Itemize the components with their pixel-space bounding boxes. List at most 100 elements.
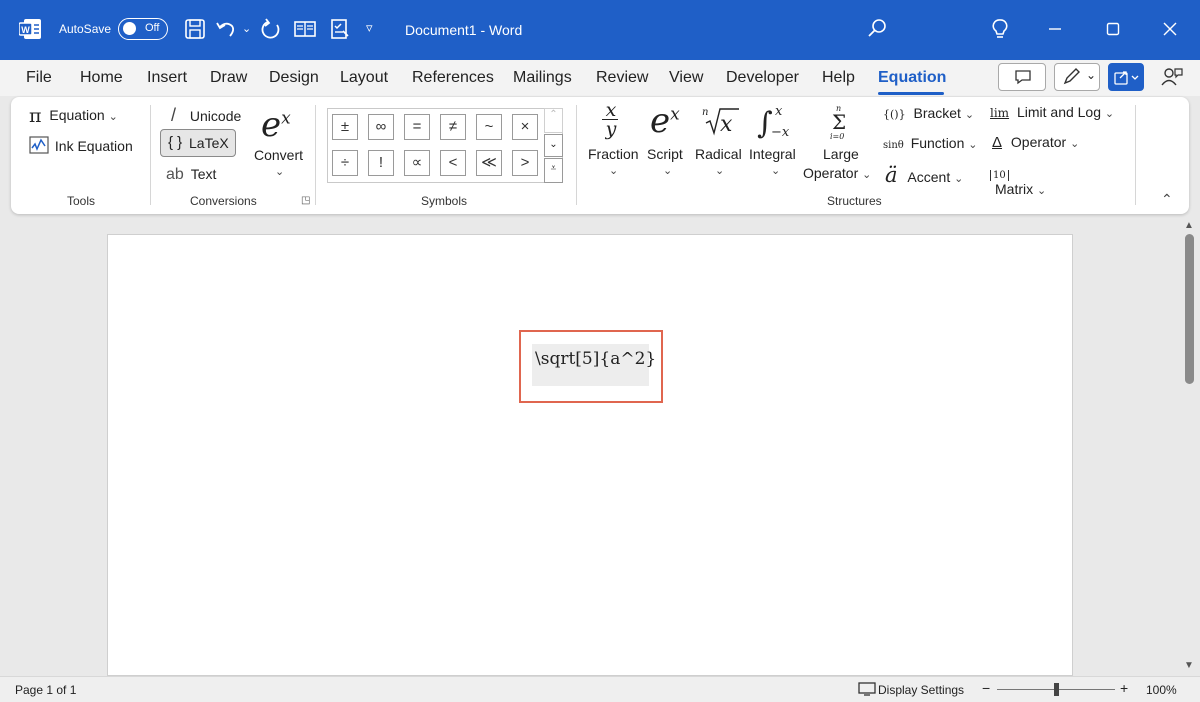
customize-toolbar-icon[interactable]: ▿	[366, 20, 373, 36]
coauthor-icon[interactable]	[1160, 66, 1184, 88]
operator-button[interactable]: Δ Operator ⌄	[992, 134, 1079, 151]
gallery-scroll-up-icon[interactable]: ⌃	[544, 108, 563, 133]
active-tab-indicator	[878, 92, 944, 95]
pen-icon	[1063, 68, 1080, 85]
latex-button[interactable]: { } LaTeX	[160, 129, 236, 157]
chevron-down-icon: ⌄	[771, 165, 781, 177]
symbol-less-than[interactable]: <	[440, 150, 466, 176]
symbol-much-less-than[interactable]: ≪	[476, 150, 502, 176]
close-icon[interactable]	[1155, 14, 1185, 44]
tab-layout[interactable]: Layout	[340, 69, 388, 87]
zoom-in-icon[interactable]: +	[1120, 680, 1128, 696]
maximize-icon[interactable]	[1098, 14, 1128, 44]
symbol-proportional[interactable]: ∝	[404, 150, 430, 176]
matrix-button[interactable]: 10 Matrix ⌄	[990, 165, 1046, 197]
share-icon	[1114, 71, 1139, 85]
ab-icon: ab	[166, 166, 184, 183]
gallery-more-icon[interactable]: ⩡	[544, 158, 563, 183]
equation-button[interactable]: π Equation ⌄	[29, 105, 118, 127]
symbol-greater-than[interactable]: >	[512, 150, 538, 176]
lightbulb-icon[interactable]	[988, 17, 1012, 41]
tab-equation[interactable]: Equation	[878, 69, 946, 87]
accent-label: Accent	[907, 169, 951, 185]
symbol-tilde[interactable]: ~	[476, 114, 502, 140]
limit-label: Limit and Log	[1016, 104, 1102, 120]
save-icon[interactable]	[183, 17, 207, 41]
tab-view[interactable]: View	[669, 69, 703, 87]
symbol-plus-minus[interactable]: ±	[332, 114, 358, 140]
fraction-button[interactable]: xy Fraction ⌄	[585, 101, 641, 181]
redo-icon[interactable]	[259, 17, 283, 41]
accent-button[interactable]: ä Accent ⌄	[885, 163, 963, 187]
tab-help[interactable]: Help	[822, 69, 855, 87]
bracket-button[interactable]: {()} Bracket ⌄	[883, 105, 974, 121]
convert-button[interactable]: ex Convert ⌄	[253, 101, 307, 183]
large-operator-button[interactable]: n Σ i=0 Large Operator ⌄	[801, 101, 879, 185]
gallery-scroll-down-icon[interactable]: ⌄	[544, 134, 563, 157]
checklist-icon[interactable]	[328, 17, 352, 41]
scroll-down-icon[interactable]: ▼	[1184, 660, 1194, 671]
tab-references[interactable]: References	[412, 69, 494, 87]
minimize-icon[interactable]	[1040, 14, 1070, 44]
document-page[interactable]	[107, 234, 1073, 676]
display-settings-button[interactable]: Display Settings	[878, 683, 964, 697]
zoom-slider[interactable]	[997, 683, 1115, 696]
unicode-button[interactable]: / Unicode	[171, 105, 241, 126]
comments-button[interactable]	[998, 63, 1046, 91]
fraction-label: Fraction	[588, 146, 639, 162]
tab-draw[interactable]: Draw	[210, 69, 247, 87]
function-label: Function	[910, 135, 965, 151]
equation-latex-text[interactable]: \sqrt[5]{a^2}	[535, 349, 656, 369]
tab-design[interactable]: Design	[269, 69, 319, 87]
large-label: Large	[823, 146, 859, 162]
zoom-level[interactable]: 100%	[1146, 683, 1177, 697]
zoom-out-icon[interactable]: −	[982, 680, 990, 696]
layout-icon[interactable]	[293, 17, 317, 41]
symbol-infinity[interactable]: ∞	[368, 114, 394, 140]
ink-equation-button[interactable]: Ink Equation	[29, 136, 133, 154]
autosave-state: Off	[145, 22, 160, 34]
tab-insert[interactable]: Insert	[147, 69, 187, 87]
search-icon[interactable]	[865, 17, 889, 41]
tab-mailings[interactable]: Mailings	[513, 69, 572, 87]
page-info[interactable]: Page 1 of 1	[15, 683, 76, 697]
chevron-down-icon: ⌄	[275, 166, 285, 178]
operator-icon: Δ	[992, 134, 1003, 151]
limit-and-log-button[interactable]: lim Limit and Log ⌄	[990, 104, 1114, 120]
undo-icon[interactable]	[214, 17, 238, 41]
symbol-equals[interactable]: =	[404, 114, 430, 140]
undo-dropdown-icon[interactable]: ⌄	[242, 22, 251, 35]
tab-home[interactable]: Home	[80, 69, 123, 87]
dialog-launcher-icon[interactable]: ◳	[301, 195, 310, 206]
word-logo-icon[interactable]: W	[19, 19, 41, 39]
chevron-down-icon: ⌄	[108, 111, 118, 123]
ex-icon: ex	[261, 105, 291, 145]
text-button[interactable]: ab Text	[166, 166, 216, 184]
autosave-toggle[interactable]: Off	[118, 18, 168, 40]
function-button[interactable]: sinθ Function ⌄	[883, 135, 978, 151]
symbol-divide[interactable]: ÷	[332, 150, 358, 176]
chevron-down-icon: ⌄	[715, 165, 725, 177]
title-bar: W AutoSave Off ⌄ ▿ Document1 - Word	[0, 0, 1200, 60]
scroll-up-icon[interactable]: ▲	[1184, 220, 1194, 231]
script-button[interactable]: ex Script ⌄	[645, 101, 695, 181]
share-button[interactable]	[1108, 63, 1144, 91]
tab-file[interactable]: File	[26, 69, 52, 87]
chevron-down-icon: ⌄	[663, 165, 673, 177]
integral-button[interactable]: ∫ x −x Integral ⌄	[747, 101, 803, 181]
zoom-slider-thumb[interactable]	[1053, 683, 1059, 696]
collapse-ribbon-icon[interactable]: ⌃	[1161, 191, 1173, 208]
svg-text:Σ: Σ	[832, 110, 846, 134]
tab-review[interactable]: Review	[596, 69, 648, 87]
svg-text:n: n	[702, 107, 708, 118]
radical-button[interactable]: n x Radical ⌄	[693, 101, 747, 181]
svg-text:x: x	[720, 112, 733, 137]
tab-developer[interactable]: Developer	[726, 69, 799, 87]
symbol-times[interactable]: ×	[512, 114, 538, 140]
symbol-not-equal[interactable]: ≠	[440, 114, 466, 140]
operator-label: Operator ⌄	[803, 165, 872, 181]
editing-mode-button[interactable]: ⌄	[1054, 63, 1100, 91]
scrollbar-thumb[interactable]	[1185, 234, 1194, 384]
symbol-factorial[interactable]: !	[368, 150, 394, 176]
chevron-down-icon: ⌄	[964, 109, 975, 121]
